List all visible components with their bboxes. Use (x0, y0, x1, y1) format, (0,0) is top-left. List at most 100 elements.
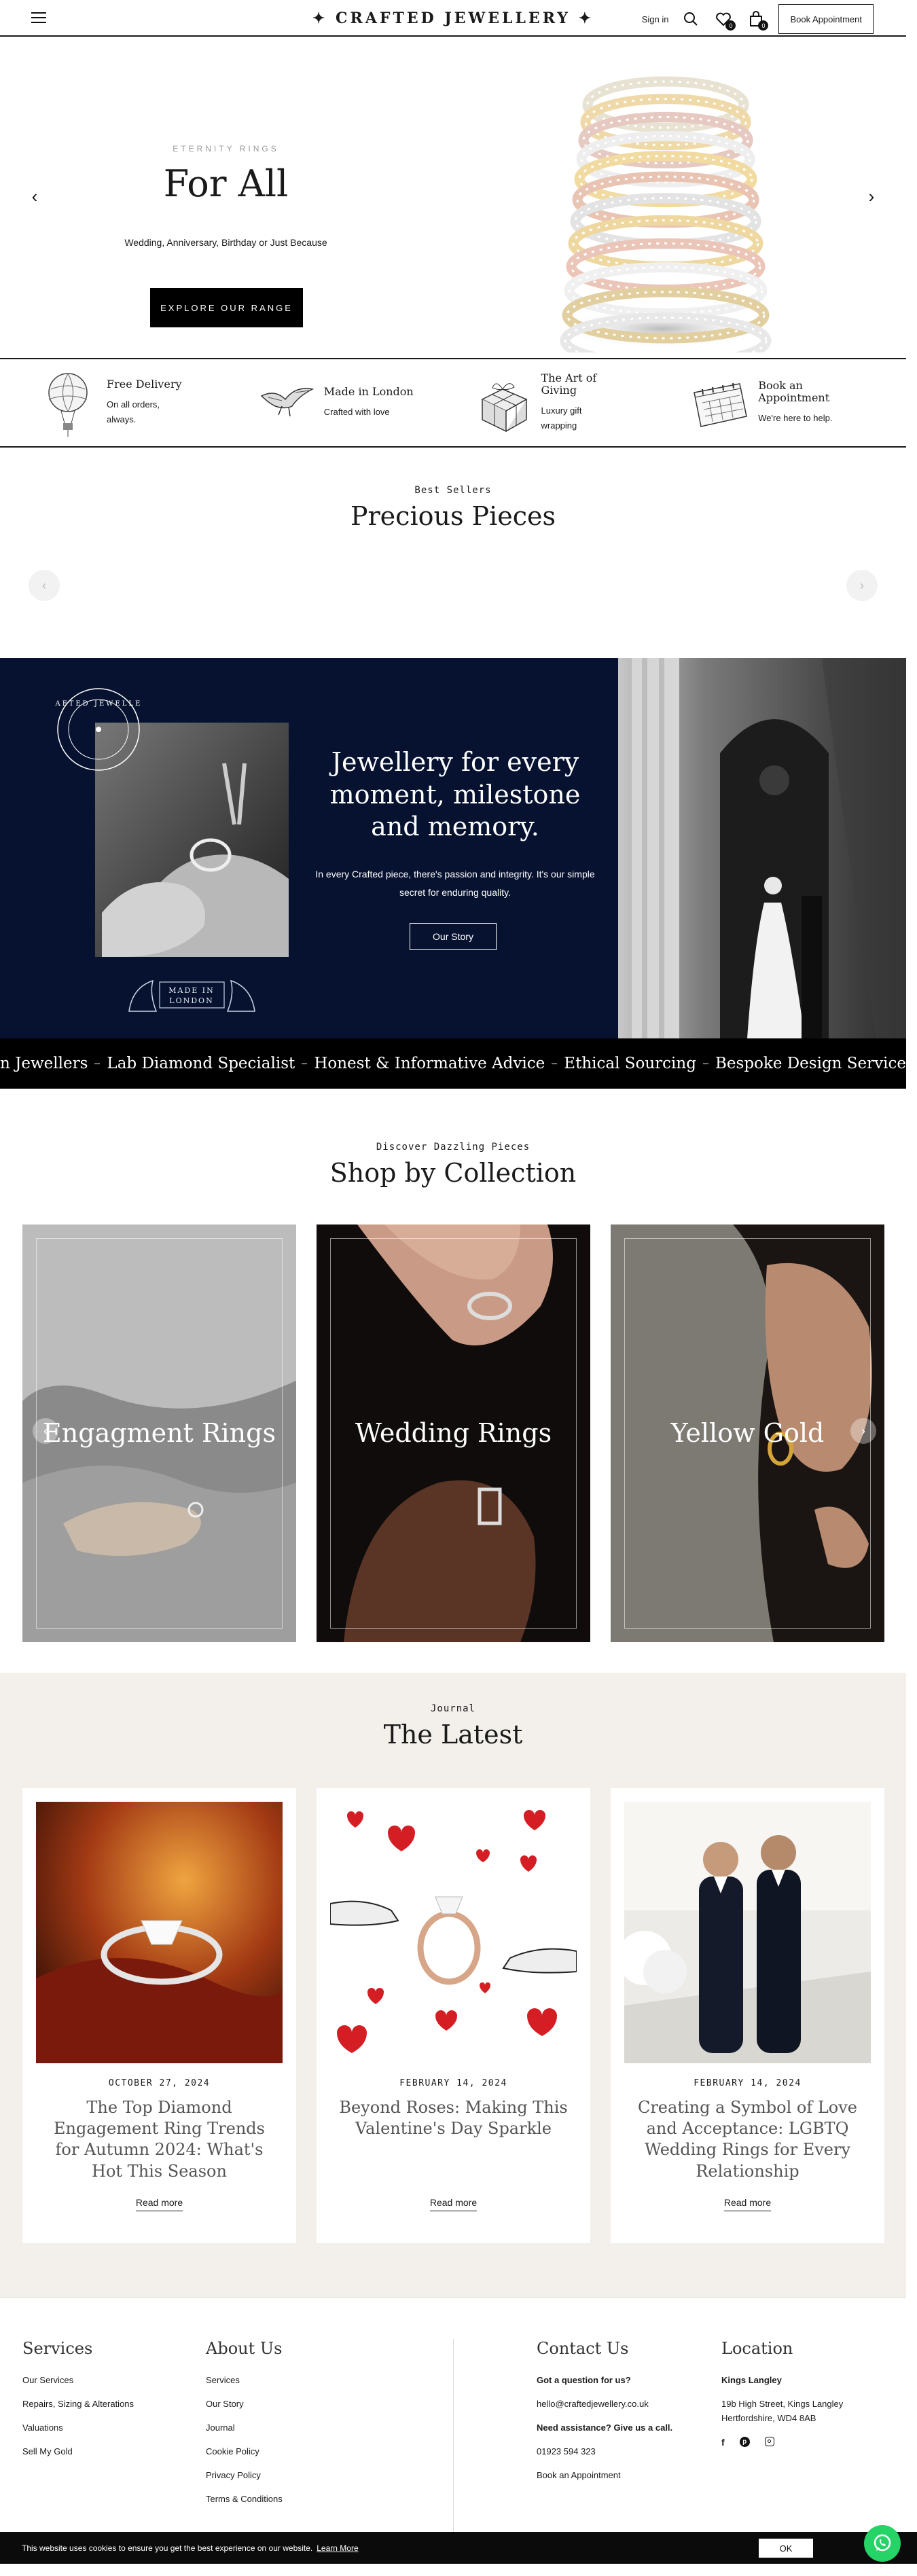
usp-title: Free Delivery (107, 377, 182, 391)
usp-text: We're here to help. (758, 413, 833, 424)
header-actions: Sign in 0 0 Book Appointment (642, 4, 874, 34)
search-icon[interactable] (681, 9, 701, 29)
usp-bar: Free Delivery On all orders, always. Mad… (0, 359, 906, 448)
balloon-icon (48, 373, 88, 437)
read-more-link[interactable]: Read more (317, 2197, 590, 2211)
gift-icon (480, 383, 528, 433)
usp-title: Book an Appointment (758, 378, 830, 404)
footer-link[interactable]: Our Services (22, 2375, 134, 2385)
collection-next-arrow-icon[interactable]: › (850, 1418, 876, 1444)
menu-icon[interactable] (31, 12, 46, 23)
hero-next-arrow-icon[interactable]: › (861, 186, 882, 206)
eternity-rings-image (554, 76, 772, 352)
post-title[interactable]: Creating a Symbol of Love and Acceptance… (631, 2097, 864, 2182)
footer-link[interactable]: Journal (206, 2423, 283, 2433)
read-more-label: Read more (429, 2197, 478, 2211)
hero-eyebrow: ETERNITY RINGS (173, 144, 279, 153)
collection-eyebrow: Discover Dazzling Pieces (376, 1142, 531, 1153)
cart-icon[interactable]: 0 (746, 9, 769, 31)
book-appointment-button[interactable]: Book Appointment (778, 4, 874, 34)
journal-card[interactable]: FEBRUARY 14, 2024 Beyond Roses: Making T… (317, 1788, 590, 2243)
cookie-text: This website uses cookies to ensure you … (22, 2543, 313, 2553)
footer-link[interactable]: Privacy Policy (206, 2470, 283, 2480)
contact-email-link[interactable]: hello@craftedjewellery.co.uk (537, 2399, 672, 2409)
footer-about-heading: About Us (206, 2339, 283, 2358)
post-date: FEBRUARY 14, 2024 (694, 2078, 802, 2088)
wishlist-count: 0 (725, 20, 736, 31)
sign-in-link[interactable]: Sign in (642, 14, 669, 24)
story-title: Jewellery for every moment, milestone an… (329, 747, 581, 841)
hero-subtitle: Wedding, Anniversary, Birthday or Just B… (124, 237, 327, 248)
usp-book-appointment[interactable]: Book an Appointment We're here to help. (689, 369, 906, 437)
facebook-icon[interactable]: f (721, 2437, 725, 2448)
footer-link[interactable]: Our Story (206, 2399, 283, 2409)
collection-section: Discover Dazzling Pieces Shop by Collect… (0, 1089, 906, 1673)
explore-range-button[interactable]: EXPLORE OUR RANGE (150, 288, 303, 327)
instagram-icon[interactable] (764, 2437, 774, 2446)
usp-art-of-giving: The Art of Giving Luxury gift wrapping (472, 369, 689, 437)
best-sellers-section: Best Sellers Precious Pieces ‹ › (0, 448, 906, 658)
best-sellers-eyebrow: Best Sellers (414, 485, 492, 496)
hero-prev-arrow-icon[interactable]: ‹ (24, 186, 45, 206)
cookie-ok-button[interactable]: OK (759, 2539, 813, 2558)
site-header: ✦ CRAFTED JEWELLERY ✦ Sign in 0 0 Book A… (0, 0, 906, 37)
footer-link[interactable]: Terms & Conditions (206, 2494, 283, 2504)
location-address-line: Hertfordshire, WD4 8AB (721, 2413, 816, 2423)
collection-card-yellow-gold[interactable]: Yellow Gold (611, 1224, 884, 1642)
footer-link[interactable]: Services (206, 2375, 283, 2385)
usp-title: The Art of Giving (541, 371, 597, 397)
our-story-button[interactable]: Our Story (410, 923, 497, 950)
journal-card[interactable]: OCTOBER 27, 2024 The Top Diamond Engagem… (22, 1788, 296, 2243)
footer-link[interactable]: Sell My Gold (22, 2446, 134, 2456)
page: ✦ CRAFTED JEWELLERY ✦ Sign in 0 0 Book A… (0, 0, 906, 2576)
post-title[interactable]: The Top Diamond Engagement Ring Trends f… (43, 2097, 276, 2182)
story-text: In every Crafted piece, there's passion … (315, 869, 595, 898)
our-story-section: CRAFTED JEWELLERS MADE IN LONDON Jewelle… (0, 658, 906, 1038)
footer-link[interactable]: Repairs, Sizing & Alterations (22, 2399, 134, 2409)
svg-text:MADE IN: MADE IN (168, 986, 215, 995)
bird-icon (260, 388, 314, 417)
usp-text: Luxury gift wrapping (541, 405, 582, 431)
post-title[interactable]: Beyond Roses: Making This Valentine's Da… (337, 2097, 570, 2139)
footer-services-heading: Services (22, 2339, 93, 2358)
collection-title: Shop by Collection (329, 1158, 577, 1188)
read-more-link[interactable]: Read more (22, 2197, 296, 2211)
footer-services: Services Our Services Repairs, Sizing & … (22, 2339, 134, 2470)
logo-link[interactable]: ✦ CRAFTED JEWELLERY ✦ (312, 10, 594, 27)
footer-contact-heading: Contact Us (537, 2339, 629, 2358)
footer-link[interactable]: Valuations (22, 2423, 134, 2433)
usp-text: Crafted with love (323, 407, 390, 418)
wishlist-icon[interactable]: 0 (713, 9, 736, 31)
footer-divider (453, 2339, 454, 2543)
collection-prev-arrow-icon[interactable]: ‹ (33, 1418, 58, 1444)
marquee-item: Honest & Informative Advice (314, 1055, 545, 1072)
usp-free-delivery: Free Delivery On all orders, always. (37, 369, 255, 437)
journal-card[interactable]: FEBRUARY 14, 2024 Creating a Symbol of L… (611, 1788, 884, 2243)
usp-text: On all orders, always. (107, 399, 160, 425)
contact-question: Got a question for us? (537, 2375, 631, 2385)
usp-title: Made in London (323, 384, 414, 398)
footer-link[interactable]: Cookie Policy (206, 2446, 283, 2456)
contact-call-label: Need assistance? Give us a call. (537, 2423, 673, 2433)
location-address-line: 19b High Street, Kings Langley (721, 2399, 844, 2409)
marquee-item: Lab Diamond Specialist (107, 1055, 295, 1072)
products-prev-arrow-icon[interactable]: ‹ (29, 570, 60, 601)
cart-count: 0 (758, 20, 769, 31)
pinterest-icon[interactable]: p (739, 2437, 750, 2447)
post-date: FEBRUARY 14, 2024 (399, 2078, 507, 2088)
collection-card-label: Engagment Rings (43, 1418, 276, 1448)
collection-card-engagement[interactable]: Engagment Rings (22, 1224, 296, 1642)
contact-book-link[interactable]: Book an Appointment (537, 2470, 672, 2480)
cookie-learn-more-link[interactable]: Learn More (317, 2543, 358, 2553)
location-name: Kings Langley (721, 2375, 782, 2385)
hero-slider: ‹ › ETERNITY RINGS For All Wedding, Anni… (0, 37, 906, 359)
collection-card-wedding[interactable]: Wedding Rings (317, 1224, 590, 1642)
read-more-label: Read more (135, 2197, 183, 2211)
whatsapp-icon[interactable] (864, 2525, 901, 2562)
products-next-arrow-icon[interactable]: › (846, 570, 878, 601)
collection-card-label: Yellow Gold (670, 1418, 825, 1448)
read-more-link[interactable]: Read more (611, 2197, 884, 2211)
best-sellers-title: Precious Pieces (350, 501, 556, 531)
marquee-item: Bespoke Design Service (715, 1055, 906, 1072)
contact-phone-link[interactable]: 01923 594 323 (537, 2446, 672, 2456)
